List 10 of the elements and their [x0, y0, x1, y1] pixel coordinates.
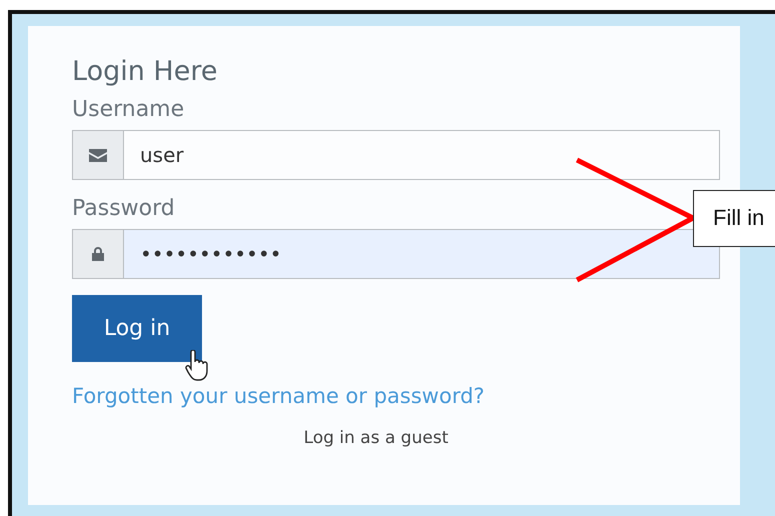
form-title: Login Here — [72, 56, 218, 87]
username-field[interactable]: user — [72, 130, 720, 180]
field-label: Username — [72, 97, 186, 122]
annotation-callout: Fill in — [693, 190, 775, 247]
guest-login-link[interactable]: Log in as a guest — [304, 428, 448, 448]
envelope-icon — [89, 148, 107, 162]
password-field[interactable]: •••••••••••• — [72, 229, 720, 279]
hand-cursor-icon — [184, 350, 208, 382]
lock-icon — [92, 247, 104, 261]
login-button[interactable]: Log in — [72, 295, 202, 362]
